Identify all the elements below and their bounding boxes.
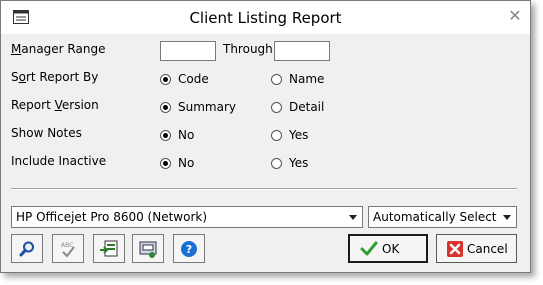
- through-label: Through: [223, 42, 273, 56]
- ok-button-label: OK: [382, 241, 400, 256]
- show-notes-label: Show Notes: [11, 126, 82, 140]
- search-button[interactable]: [11, 234, 43, 263]
- radio-dot: [160, 101, 171, 113]
- chevron-down-icon: [349, 215, 357, 220]
- tray-select[interactable]: Automatically Select: [368, 206, 517, 228]
- search-icon: [19, 241, 34, 256]
- tray-select-value: Automatically Select: [373, 210, 497, 224]
- inactive-yes-radio[interactable]: Yes: [271, 155, 308, 171]
- ok-button[interactable]: OK: [348, 234, 428, 263]
- printer-select-value: HP Officejet Pro 8600 (Network): [16, 210, 208, 224]
- manager-range-label: Manager Range: [11, 42, 106, 56]
- client-listing-report-dialog: Client Listing Report ✕ Manager Range Th…: [0, 0, 531, 273]
- printer-select[interactable]: HP Officejet Pro 8600 (Network): [11, 206, 363, 228]
- help-button[interactable]: ?: [173, 234, 205, 263]
- cancel-x-icon: [447, 240, 463, 257]
- report-version-label: Report Version: [11, 98, 99, 112]
- checkmark-icon: [360, 241, 378, 255]
- export-icon: [100, 240, 118, 256]
- spellcheck-button[interactable]: ABC: [52, 234, 84, 263]
- cancel-button[interactable]: Cancel: [436, 234, 517, 263]
- radio-dot: [271, 101, 282, 113]
- include-inactive-label: Include Inactive: [11, 154, 107, 168]
- svg-text:?: ?: [186, 243, 192, 256]
- radio-dot: [271, 73, 282, 85]
- radio-dot: [271, 129, 282, 141]
- sort-report-by-label: Sort Report By: [11, 70, 99, 84]
- print-setup-icon: [139, 241, 157, 258]
- chevron-down-icon: [503, 215, 511, 220]
- sort-name-radio[interactable]: Name: [271, 71, 324, 87]
- help-icon: ?: [181, 240, 197, 257]
- print-setup-button[interactable]: [132, 234, 164, 263]
- manager-range-from-input[interactable]: [160, 41, 216, 61]
- notes-yes-radio[interactable]: Yes: [271, 127, 308, 143]
- close-icon[interactable]: ✕: [507, 8, 523, 24]
- window-title: Client Listing Report: [189, 9, 342, 27]
- title-bar: Client Listing Report ✕: [1, 1, 530, 34]
- radio-dot: [271, 157, 282, 169]
- radio-dot: [160, 129, 171, 141]
- manager-range-to-input[interactable]: [274, 41, 330, 61]
- version-summary-radio[interactable]: Summary: [160, 99, 236, 115]
- separator: [11, 188, 517, 190]
- spellcheck-icon: ABC: [61, 242, 75, 258]
- svg-text:ABC: ABC: [61, 242, 73, 249]
- sort-code-radio[interactable]: Code: [160, 71, 209, 87]
- radio-dot: [160, 73, 171, 85]
- cancel-button-label: Cancel: [467, 241, 508, 256]
- version-detail-radio[interactable]: Detail: [271, 99, 324, 115]
- radio-dot: [160, 157, 171, 169]
- export-button[interactable]: [93, 234, 125, 263]
- notes-no-radio[interactable]: No: [160, 127, 194, 143]
- inactive-no-radio[interactable]: No: [160, 155, 194, 171]
